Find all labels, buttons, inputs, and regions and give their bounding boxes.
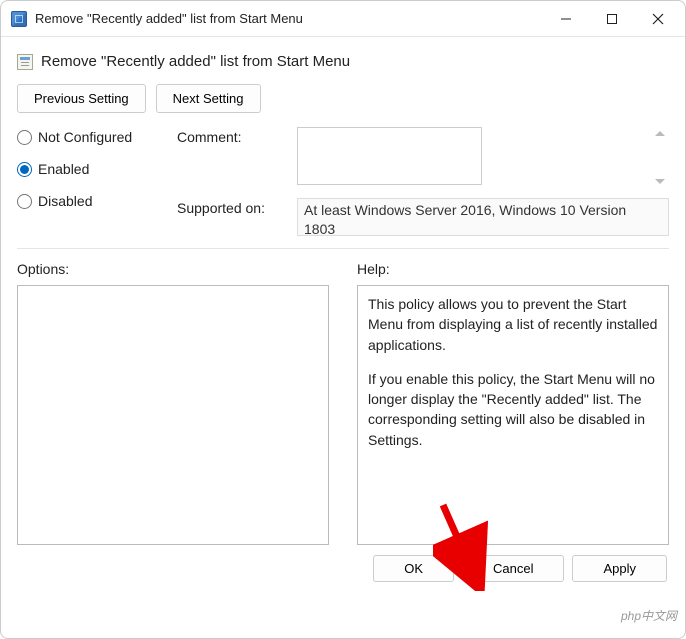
help-box[interactable]: This policy allows you to prevent the St… [357, 285, 669, 545]
help-paragraph: If you enable this policy, the Start Men… [368, 369, 658, 450]
scroll-up-icon[interactable] [655, 131, 665, 136]
minimize-button[interactable] [543, 4, 589, 34]
help-column: Help: This policy allows you to prevent … [357, 257, 669, 545]
previous-setting-button[interactable]: Previous Setting [17, 84, 146, 113]
radio-enabled-label: Enabled [38, 161, 89, 177]
radio-enabled[interactable]: Enabled [17, 161, 177, 177]
help-paragraph: This policy allows you to prevent the St… [368, 294, 658, 355]
maximize-button[interactable] [589, 4, 635, 34]
nav-row: Previous Setting Next Setting [11, 80, 675, 127]
titlebar: Remove "Recently added" list from Start … [1, 1, 685, 37]
supported-row: Supported on: At least Windows Server 20… [177, 198, 669, 236]
comment-label: Comment: [177, 127, 297, 145]
fields: Comment: Supported on: At least Windows … [177, 127, 669, 236]
next-setting-button[interactable]: Next Setting [156, 84, 261, 113]
supported-label: Supported on: [177, 198, 297, 216]
cancel-button[interactable]: Cancel [462, 555, 564, 582]
comment-row: Comment: [177, 127, 669, 188]
comment-input[interactable] [297, 127, 482, 185]
window-title: Remove "Recently added" list from Start … [35, 11, 543, 26]
options-column: Options: [17, 257, 329, 545]
ok-button[interactable]: OK [373, 555, 454, 582]
watermark: php中文网 [621, 607, 677, 624]
help-label: Help: [357, 257, 669, 285]
page-title: Remove "Recently added" list from Start … [41, 53, 350, 70]
radio-enabled-input[interactable] [17, 162, 32, 177]
footer-buttons: OK Cancel Apply [11, 545, 675, 582]
state-radios: Not Configured Enabled Disabled [17, 127, 177, 236]
radio-not-configured-input[interactable] [17, 130, 32, 145]
scroll-down-icon[interactable] [655, 179, 665, 184]
radio-disabled[interactable]: Disabled [17, 193, 177, 209]
policy-icon [17, 54, 33, 70]
radio-disabled-input[interactable] [17, 194, 32, 209]
window-controls [543, 4, 681, 34]
options-label: Options: [17, 257, 329, 285]
divider [17, 248, 669, 249]
supported-value: At least Windows Server 2016, Windows 10… [297, 198, 669, 236]
apply-button[interactable]: Apply [572, 555, 667, 582]
page-header: Remove "Recently added" list from Start … [11, 49, 675, 80]
app-icon [11, 11, 27, 27]
content-area: Remove "Recently added" list from Start … [1, 37, 685, 592]
lower-panels: Options: Help: This policy allows you to… [11, 257, 675, 545]
radio-not-configured-label: Not Configured [38, 129, 132, 145]
close-button[interactable] [635, 4, 681, 34]
radio-disabled-label: Disabled [38, 193, 92, 209]
radio-not-configured[interactable]: Not Configured [17, 129, 177, 145]
options-box[interactable] [17, 285, 329, 545]
config-row: Not Configured Enabled Disabled Comment: [11, 127, 675, 236]
